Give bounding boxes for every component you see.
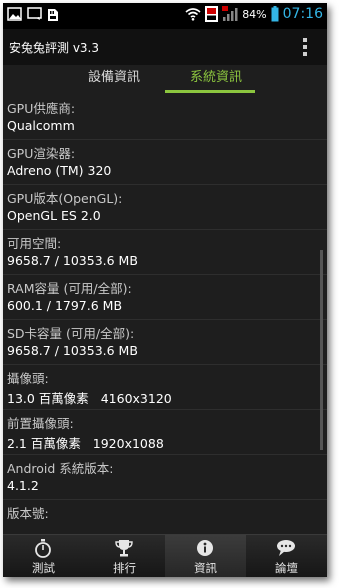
item-value: OpenGL ES 2.0 [7, 208, 101, 223]
item-label: GPU渲染器: [7, 146, 76, 161]
list-item-android-version: Android 系統版本: 4.1.2 [3, 455, 327, 500]
wifi-icon [185, 8, 201, 21]
item-value: Adreno (TM) 320 [7, 163, 112, 178]
list-item-available-space: 可用空間: 9658.7 / 10353.6 MB [3, 230, 327, 275]
list-item-sd-card: SD卡容量 (可用/全部): 9658.7 / 10353.6 MB [3, 320, 327, 365]
battery-percent: 84% [242, 7, 267, 21]
item-label: 前置攝像頭: [7, 416, 74, 431]
list-item-front-camera: 前置攝像頭: 2.1 百萬像素 1920x1088 [3, 410, 327, 455]
list-item-gpu-version: GPU版本(OpenGL): OpenGL ES 2.0 [3, 185, 327, 230]
tab-bar: 設備資訊 系統資訊 [3, 65, 327, 96]
item-label: 版本號: [7, 506, 49, 521]
item-value: 9658.7 / 10353.6 MB [7, 343, 138, 358]
item-label: Android 系統版本: [7, 461, 114, 476]
item-value: 9658.7 / 10353.6 MB [7, 253, 138, 268]
item-value: 2.1 百萬像素 1920x1088 [7, 436, 164, 451]
nav-info[interactable]: 資訊 [165, 535, 246, 577]
system-info-list[interactable]: GPU供應商: Qualcomm GPU渲染器: Adreno (TM) 320… [3, 95, 327, 534]
item-label: GPU版本(OpenGL): [7, 191, 123, 206]
item-label: RAM容量 (可用/全部): [7, 281, 132, 296]
sdcard-icon [48, 9, 58, 21]
nfc-icon [205, 6, 219, 22]
nav-ranking[interactable]: 排行 [84, 535, 165, 577]
item-label: SD卡容量 (可用/全部): [7, 326, 135, 341]
status-bar: 84% 07:16 [3, 3, 327, 29]
chat-icon [277, 540, 295, 556]
item-value: Qualcomm [7, 118, 75, 133]
nav-label: 排行 [113, 561, 136, 575]
action-bar: 安兔兔評測 v3.3 [3, 29, 327, 66]
stopwatch-icon [35, 539, 51, 558]
signal-icon [222, 6, 238, 21]
info-icon [197, 540, 213, 556]
list-item-gpu-renderer: GPU渲染器: Adreno (TM) 320 [3, 140, 327, 185]
overflow-menu-icon[interactable] [303, 38, 307, 56]
item-value: 600.1 / 1797.6 MB [7, 298, 123, 313]
clock: 07:16 [282, 6, 323, 22]
item-label: GPU供應商: [7, 101, 76, 116]
message-icon [27, 7, 42, 20]
app-title: 安兔兔評測 v3.3 [9, 41, 100, 55]
list-item-camera: 攝像頭: 13.0 百萬像素 4160x3120 [3, 365, 327, 410]
item-label: 可用空間: [7, 236, 62, 251]
list-item-ram: RAM容量 (可用/全部): 600.1 / 1797.6 MB [3, 275, 327, 320]
active-tab-indicator [165, 90, 255, 93]
tab-device-info[interactable]: 設備資訊 [63, 65, 165, 95]
item-value: 13.0 百萬像素 4160x3120 [7, 391, 172, 406]
item-value: 4.1.2 [7, 478, 39, 493]
list-item-build-number: 版本號: [3, 500, 327, 534]
item-label: 攝像頭: [7, 371, 49, 386]
nav-label: 論壇 [275, 561, 298, 575]
bottom-nav: 測試 排行 資訊 論壇 [3, 534, 327, 577]
trophy-icon [115, 540, 133, 557]
nav-forum[interactable]: 論壇 [246, 535, 327, 577]
gallery-icon [7, 7, 22, 21]
scrollbar[interactable] [320, 250, 323, 450]
list-item-gpu-vendor: GPU供應商: Qualcomm [3, 95, 327, 140]
nav-test[interactable]: 測試 [3, 535, 84, 577]
phone-screen: 84% 07:16 安兔兔評測 v3.3 設備資訊 系統資訊 GPU供應商: Q… [3, 3, 327, 577]
nav-label: 資訊 [194, 561, 217, 575]
battery-icon [271, 6, 279, 22]
nav-label: 測試 [32, 561, 55, 575]
